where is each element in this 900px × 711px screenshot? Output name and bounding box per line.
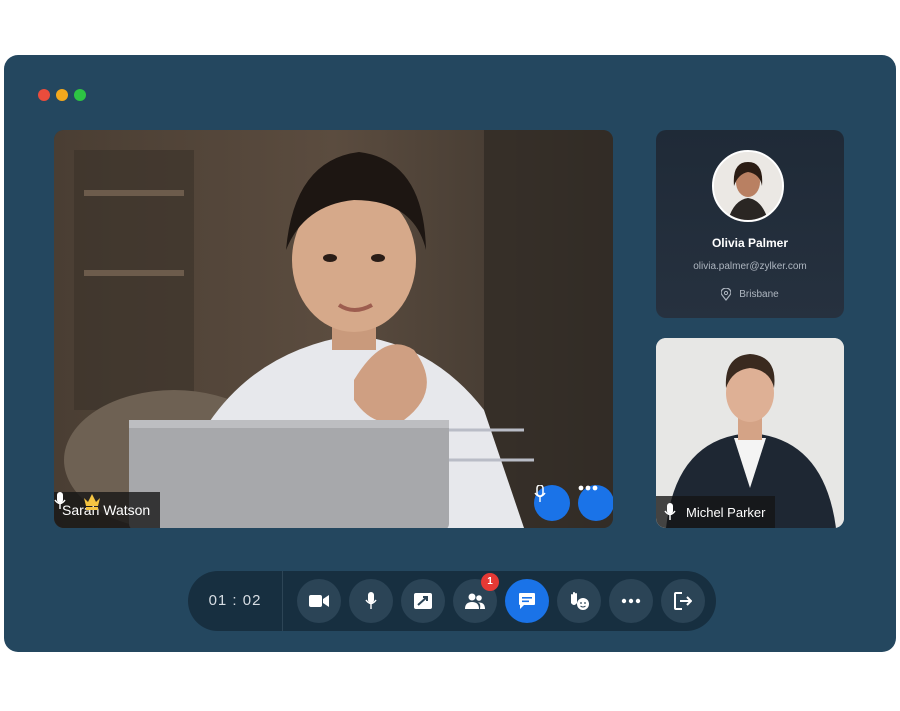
meeting-window: Sarah Watson Olivia Palmer olivia.palmer… <box>4 55 896 652</box>
call-toolbar: 01 : 02 1 <box>188 571 716 631</box>
participant-video-tile[interactable]: Michel Parker <box>656 338 844 528</box>
video-camera-icon <box>309 595 329 607</box>
participants-button[interactable]: 1 <box>453 573 499 623</box>
profile-location: Brisbane <box>656 288 844 301</box>
screen-share-icon <box>414 593 432 609</box>
more-options-button[interactable] <box>609 579 653 623</box>
raise-hand-button[interactable] <box>557 579 601 623</box>
maximize-window-dot[interactable] <box>74 89 86 101</box>
avatar <box>712 150 784 222</box>
camera-button[interactable] <box>297 579 341 623</box>
participant-name-tag: Sarah Watson <box>54 492 161 528</box>
call-timer: 01 : 02 <box>188 571 283 631</box>
minimize-window-dot[interactable] <box>56 89 68 101</box>
leave-call-button[interactable] <box>661 579 705 623</box>
participant-more-button[interactable] <box>578 485 613 521</box>
participant-name-tag: Michel Parker <box>656 496 776 528</box>
screen-share-button[interactable] <box>401 579 445 623</box>
more-icon <box>578 485 598 491</box>
mic-icon <box>534 485 546 502</box>
profile-email: olivia.palmer@zylker.com <box>693 261 807 272</box>
raise-hand-icon <box>571 592 589 610</box>
location-text: Brisbane <box>739 289 779 300</box>
participant-video-feed <box>54 130 613 528</box>
participants-icon <box>465 593 485 609</box>
more-icon <box>621 598 641 604</box>
window-controls <box>38 89 86 101</box>
profile-name: Olivia Palmer <box>711 236 789 250</box>
participant-profile-card[interactable]: Olivia Palmer olivia.palmer@zylker.com B… <box>656 130 844 318</box>
chat-icon <box>519 593 535 609</box>
main-video-tile[interactable]: Sarah Watson <box>54 130 613 528</box>
avatar-image <box>714 152 782 220</box>
participant-name: Sarah Watson <box>62 502 151 518</box>
leave-icon <box>674 592 692 610</box>
mic-icon <box>54 492 66 509</box>
crown-icon <box>84 494 100 510</box>
location-pin-icon <box>721 288 732 301</box>
mic-button[interactable] <box>349 579 393 623</box>
mic-icon <box>664 503 676 520</box>
chat-button[interactable] <box>505 579 549 623</box>
mic-icon <box>365 592 377 609</box>
participants-count-badge: 1 <box>481 573 499 591</box>
mute-participant-button[interactable] <box>534 485 570 521</box>
participant-name: Michel Parker <box>686 504 766 520</box>
close-window-dot[interactable] <box>38 89 50 101</box>
